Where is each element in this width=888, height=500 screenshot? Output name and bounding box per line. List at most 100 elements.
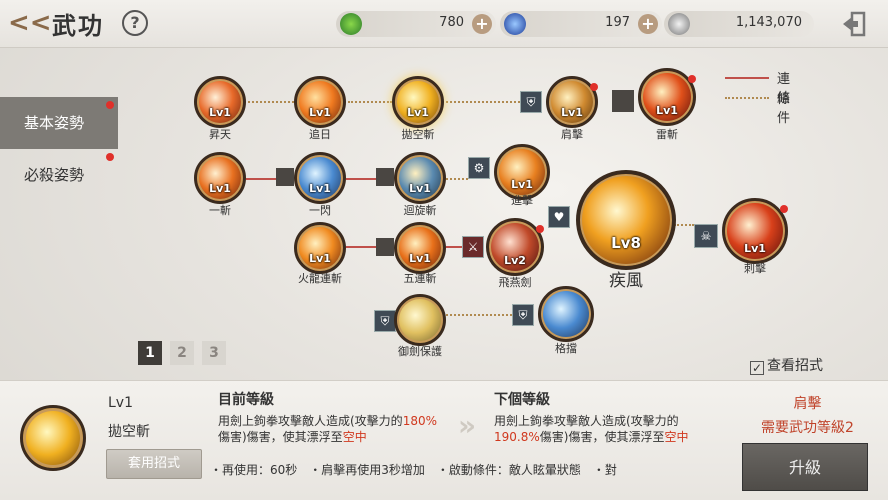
skill-name: 肩擊 (561, 128, 583, 141)
skill-name: 刺擊 (744, 262, 766, 275)
skill-icon-parry[interactable] (538, 286, 594, 342)
show-moves-label: 查看招式 (767, 358, 823, 374)
checkbox-icon: ✓ (750, 361, 764, 375)
skill-icon-single-slash[interactable]: Lv1 (194, 152, 246, 204)
skill-name: 格擋 (555, 342, 577, 355)
add-green-button[interactable]: + (472, 14, 492, 34)
skill-icon-five-slash[interactable]: Lv1 (394, 222, 446, 274)
skill-level: Lv1 (409, 182, 431, 195)
apply-move-button[interactable]: 套用招式 (106, 449, 202, 479)
notification-dot (590, 83, 598, 91)
skill-icon-ascension[interactable]: Lv1 (194, 76, 246, 128)
selected-skill-level: Lv1 (108, 395, 133, 411)
skill-name: 進擊 (511, 194, 533, 207)
skill-level: Lv1 (561, 106, 583, 119)
skill-icon-sword-guard[interactable] (394, 294, 446, 346)
top-bar: << 武功 ? 780 + 197 + 1,143,070 (0, 0, 888, 48)
skill-level: Lv1 (309, 252, 331, 265)
skull-icon: ☠ (694, 224, 718, 248)
skill-icon-launch-slash[interactable]: Lv1 (392, 76, 444, 128)
required-level: 需要武功等級2 (761, 420, 854, 436)
skill-icon-spin-slash[interactable]: Lv1 (394, 152, 446, 204)
skill-name: 一斬 (209, 204, 231, 217)
help-button[interactable]: ? (122, 10, 148, 36)
next-level-header: 下個等級 (494, 392, 550, 408)
page-2-button[interactable]: 2 (170, 341, 194, 365)
show-moves-toggle[interactable]: ✓ 查看招式 (750, 355, 823, 375)
selected-skill-name: 拋空斬 (108, 424, 150, 440)
skill-level: Lv1 (209, 106, 231, 119)
back-arrow-icon[interactable]: << (8, 8, 52, 38)
skill-name: 追日 (309, 128, 331, 141)
condition-line (248, 101, 294, 103)
skill-level: Lv1 (309, 182, 331, 195)
skill-level: Lv1 (407, 106, 429, 119)
condition-line (446, 101, 520, 103)
silver-coin-icon (668, 13, 690, 35)
skill-name: 拋空斬 (401, 128, 435, 141)
skill-icon-gale[interactable]: Lv8 (576, 170, 676, 270)
currency-silver: 1,143,070 (664, 11, 814, 37)
page-title: 武功 (52, 12, 104, 40)
skill-level: Lv1 (744, 242, 766, 255)
page-1-button[interactable]: 1 (138, 341, 162, 365)
skill-icon-thunder-slash[interactable]: Lv1 (638, 68, 696, 126)
skill-level: Lv1 (656, 104, 678, 117)
skill-icon-thrust[interactable]: Lv1 (722, 198, 788, 264)
skill-icon-swallow-sword[interactable]: Lv2 (486, 218, 544, 276)
skill-level: Lv1 (511, 178, 533, 191)
skill-level: Lv1 (409, 252, 431, 265)
link-line (246, 178, 276, 180)
next-level-description: 用劍上鉤拳攻擊敵人造成(攻擊力的 190.8%傷害)傷害，使其漂浮至空中 (494, 414, 689, 444)
chevron-right-icon: » (458, 409, 477, 442)
condition-line (446, 314, 512, 316)
skill-name: 火龍連斬 (298, 272, 342, 285)
skill-level: Lv1 (309, 106, 331, 119)
next-level-box: 下個等級 用劍上鉤拳攻擊敵人造成(攻擊力的 190.8%傷害)傷害，使其漂浮至空中 (494, 389, 750, 465)
currency-blue-value: 197 (605, 15, 630, 30)
blue-gem-icon (504, 13, 526, 35)
selected-skill-icon (20, 405, 86, 471)
skill-icon-flash[interactable]: Lv1 (294, 152, 346, 204)
notification-dot (688, 75, 696, 83)
link-line (346, 246, 376, 248)
skill-level: Lv8 (611, 234, 641, 252)
skill-effects: ・再使用：60秒 ・肩擊再使用3秒增加 ・啟動條件：敵人眩暈狀態 ・對 (210, 463, 617, 477)
upgrade-button[interactable]: 升級 (742, 443, 868, 491)
current-level-box: 目前等級 用劍上鉤拳攻擊敵人造成(攻擊力的180% 傷害)傷害，使其漂浮至空中 (218, 389, 474, 465)
currency-green-value: 780 (439, 15, 464, 30)
currency-blue: 197 + (500, 11, 662, 37)
add-blue-button[interactable]: + (638, 14, 658, 34)
skill-detail-panel: Lv1 拋空斬 套用招式 目前等級 用劍上鉤拳攻擊敵人造成(攻擊力的180% 傷害… (0, 380, 888, 500)
current-level-description: 用劍上鉤拳攻擊敵人造成(攻擊力的180% 傷害)傷害，使其漂浮至空中 (218, 414, 437, 444)
skill-icon-chase-sun[interactable]: Lv1 (294, 76, 346, 128)
skill-icon-fire-dragon[interactable]: Lv1 (294, 222, 346, 274)
page-3-button[interactable]: 3 (202, 341, 226, 365)
condition-line (446, 178, 468, 180)
current-level-header: 目前等級 (218, 392, 274, 408)
condition-line (348, 101, 392, 103)
skill-name: 御劍保護 (398, 345, 442, 358)
requirement-box: 肩擊 需要武功等級2 (735, 393, 880, 437)
sword-icon: ⚔ (462, 236, 484, 258)
skill-name: 飛燕劍 (498, 276, 532, 289)
gear-icon: ⚙ (468, 157, 490, 179)
legend-condition-label: 條件 (777, 92, 791, 126)
skill-name: 昇天 (209, 128, 231, 141)
skill-name: 迴旋斬 (403, 204, 437, 217)
exit-icon[interactable] (840, 10, 868, 38)
skill-level: Lv2 (504, 254, 526, 267)
link-line (446, 246, 462, 248)
link-line (346, 178, 376, 180)
locked-slot (276, 168, 294, 186)
notification-dot (536, 225, 544, 233)
skill-name: 雷斬 (656, 128, 678, 141)
shield-icon: ⛨ (374, 310, 396, 332)
shield-icon: ⛨ (512, 304, 534, 326)
condition-swatch (725, 97, 769, 99)
required-skill: 肩擊 (793, 396, 822, 412)
skill-name: 疾風 (609, 271, 643, 291)
skill-icon-shoulder-strike[interactable]: Lv1 (546, 76, 598, 128)
link-swatch (725, 77, 769, 79)
locked-slot (612, 90, 634, 112)
